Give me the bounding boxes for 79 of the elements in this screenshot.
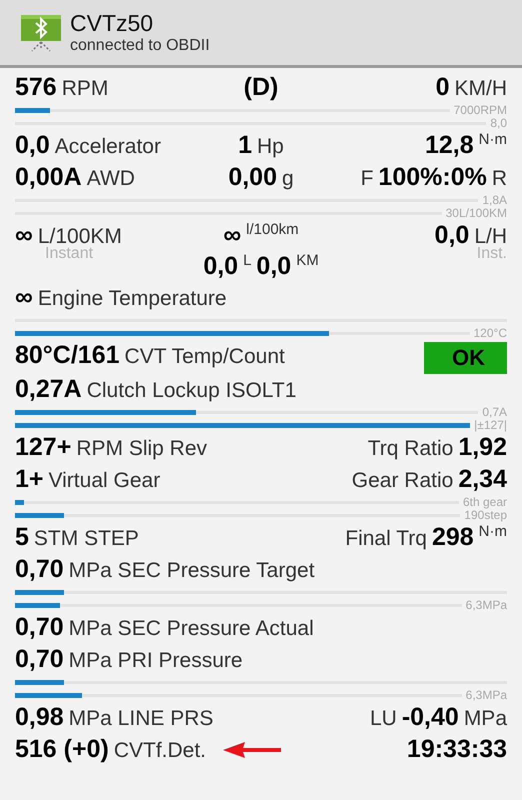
reading-value: 576 bbox=[15, 72, 57, 103]
scale-label: 120°C bbox=[474, 327, 507, 340]
hint-label: Instant bbox=[44, 246, 94, 262]
bluetooth-board-icon bbox=[20, 12, 62, 52]
reading-value: 2,34 bbox=[458, 464, 507, 495]
unit-label: Virtual Gear bbox=[48, 468, 160, 494]
unit-label: AWD bbox=[86, 166, 135, 192]
hint-label: Inst. bbox=[476, 246, 507, 262]
reading-value: 0,0 bbox=[203, 251, 238, 282]
reading-value: 5 bbox=[15, 522, 29, 553]
scale-label: 190step bbox=[464, 509, 507, 522]
unit-label: l/100km bbox=[246, 220, 299, 240]
unit-label: R bbox=[492, 166, 507, 192]
unit-label: L/100KM bbox=[38, 224, 122, 248]
unit-label: F bbox=[360, 166, 374, 192]
reading-value: 80°C/161 bbox=[15, 340, 120, 371]
reading-value: 0,70 bbox=[15, 554, 64, 585]
scale-label: |±127| bbox=[474, 419, 507, 432]
unit-label: KM bbox=[296, 251, 319, 271]
scale-label: 6,3MPa bbox=[466, 689, 507, 702]
status-badge: OK bbox=[424, 342, 507, 374]
reading-value: 19:33:33 bbox=[406, 734, 507, 765]
scale-label: 6,3MPa bbox=[466, 599, 507, 612]
unit-label: Clutch Lockup ISOLT1 bbox=[86, 378, 296, 404]
unit-label: Gear Ratio bbox=[352, 468, 454, 494]
reading-value: 0,70 bbox=[15, 644, 64, 675]
app-title: CVTz50 bbox=[70, 10, 154, 36]
reading-value: 0,0 bbox=[256, 251, 292, 282]
unit-label: Trq Ratio bbox=[368, 436, 454, 462]
unit-label: RPM Slip Rev bbox=[76, 436, 208, 462]
unit-label: L/H bbox=[474, 224, 507, 248]
unit-label: LU bbox=[370, 706, 397, 732]
reading-value: 1+ bbox=[15, 464, 44, 495]
arrow-icon bbox=[223, 742, 281, 758]
scale-label: 30L/100KM bbox=[446, 207, 507, 220]
unit-label: MPa bbox=[464, 706, 507, 732]
unit-label: Accelerator bbox=[54, 134, 161, 160]
unit-label: Engine Temperature bbox=[38, 286, 227, 312]
reading-value: 0,70 bbox=[15, 612, 64, 643]
reading-value: 127+ bbox=[15, 432, 72, 463]
reading-value: 0,27A bbox=[15, 374, 82, 405]
reading-value: 0,0 bbox=[15, 130, 50, 161]
reading-value: ∞ bbox=[223, 220, 242, 251]
unit-label: CVT Temp/Count bbox=[124, 344, 285, 370]
unit-label: MPa PRI Pressure bbox=[68, 648, 243, 674]
reading-value: 0 bbox=[436, 72, 450, 103]
unit-label: RPM bbox=[62, 76, 108, 102]
reading-value: 0,98 bbox=[15, 702, 64, 733]
reading-value: (D) bbox=[244, 72, 278, 103]
reading-value: -0,40 bbox=[402, 702, 459, 733]
unit-label: Final Trq bbox=[345, 526, 427, 552]
reading-value: 1,92 bbox=[458, 432, 507, 463]
unit-label: CVTf.Det. bbox=[114, 738, 206, 764]
reading-value: 0,00 bbox=[228, 162, 277, 193]
reading-value: 298 bbox=[432, 522, 474, 553]
unit-label: g bbox=[282, 166, 294, 192]
unit-label: STM STEP bbox=[34, 526, 139, 552]
unit-label: Hp bbox=[257, 134, 284, 160]
scale-label: 1,8A bbox=[482, 194, 507, 207]
reading-value: 1 bbox=[238, 130, 252, 161]
scale-label: 7000RPM bbox=[454, 104, 507, 117]
reading-value: 100%:0% bbox=[378, 162, 487, 193]
reading-value: ∞ bbox=[15, 220, 33, 251]
reading-value: 12,8 bbox=[425, 130, 474, 161]
unit-label: MPa SEC Pressure Target bbox=[68, 558, 315, 584]
unit-label: MPa LINE PRS bbox=[68, 706, 214, 732]
unit-label: KM/H bbox=[454, 76, 507, 102]
reading-value: ∞ bbox=[15, 282, 33, 313]
scale-label: 0,7A bbox=[482, 406, 507, 419]
unit-label: N·m bbox=[478, 130, 507, 150]
scale-label: 6th gear bbox=[462, 496, 507, 509]
unit-label: L bbox=[243, 251, 252, 271]
connection-status: connected to OBDII bbox=[70, 36, 210, 56]
unit-label: N·m bbox=[478, 522, 507, 542]
reading-value: 516 (+0) bbox=[15, 734, 109, 765]
unit-label: MPa SEC Pressure Actual bbox=[68, 616, 314, 642]
reading-value: 0,0 bbox=[434, 220, 470, 251]
scale-label: 8,0 bbox=[490, 117, 507, 130]
reading-value: 0,00A bbox=[15, 162, 82, 193]
